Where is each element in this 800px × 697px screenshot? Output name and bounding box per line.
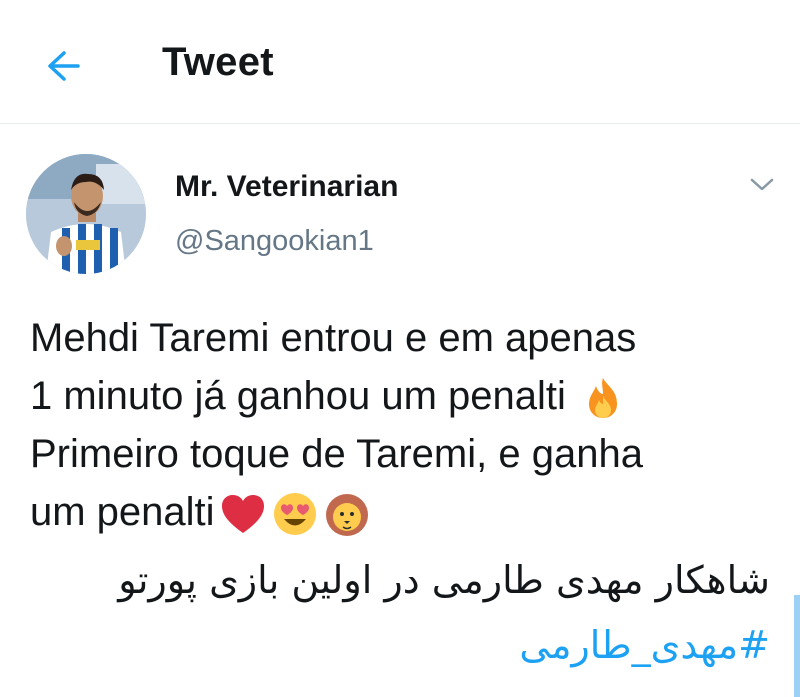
scrollbar[interactable] (794, 595, 800, 697)
tweet-line-4-text: um penalti (30, 490, 215, 534)
avatar-photo (26, 154, 146, 274)
tweet-menu-button[interactable] (744, 167, 780, 203)
fire-emoji (589, 378, 618, 419)
tweet-body: Mehdi Taremi entrou e em apenas 1 minuto… (30, 309, 780, 541)
tweet-line-2-text: 1 minuto já ganhou um penalti (30, 374, 566, 418)
tweet-line-2: 1 minuto já ganhou um penalti (30, 367, 780, 425)
tweet-line-3: Primeiro toque de Taremi, e ganha (30, 432, 643, 476)
tweet-line-4: um penalti (30, 483, 780, 541)
top-bar: Tweet (0, 0, 800, 124)
arrow-left-icon (48, 51, 80, 81)
heart-eyes-emoji (273, 493, 316, 536)
avatar[interactable] (26, 154, 146, 274)
author-name[interactable]: Mr. Veterinarian (175, 170, 398, 204)
back-button[interactable] (38, 42, 86, 90)
tweet-line-1: Mehdi Taremi entrou e em apenas (30, 316, 637, 360)
lion-face-emoji (325, 494, 368, 537)
chevron-down-icon (750, 178, 774, 191)
tweet-card: Mr. Veterinarian @Sangookian1 Mehdi Tare… (0, 125, 800, 697)
red-heart-emoji (221, 495, 264, 534)
page-title: Tweet (162, 40, 274, 84)
persian-text: شاهکار مهدی طارمی در اولین بازی پورتو (118, 558, 770, 602)
author-handle[interactable]: @Sangookian1 (175, 225, 374, 258)
hashtag-link[interactable]: #مهدی_طارمی (30, 615, 770, 675)
